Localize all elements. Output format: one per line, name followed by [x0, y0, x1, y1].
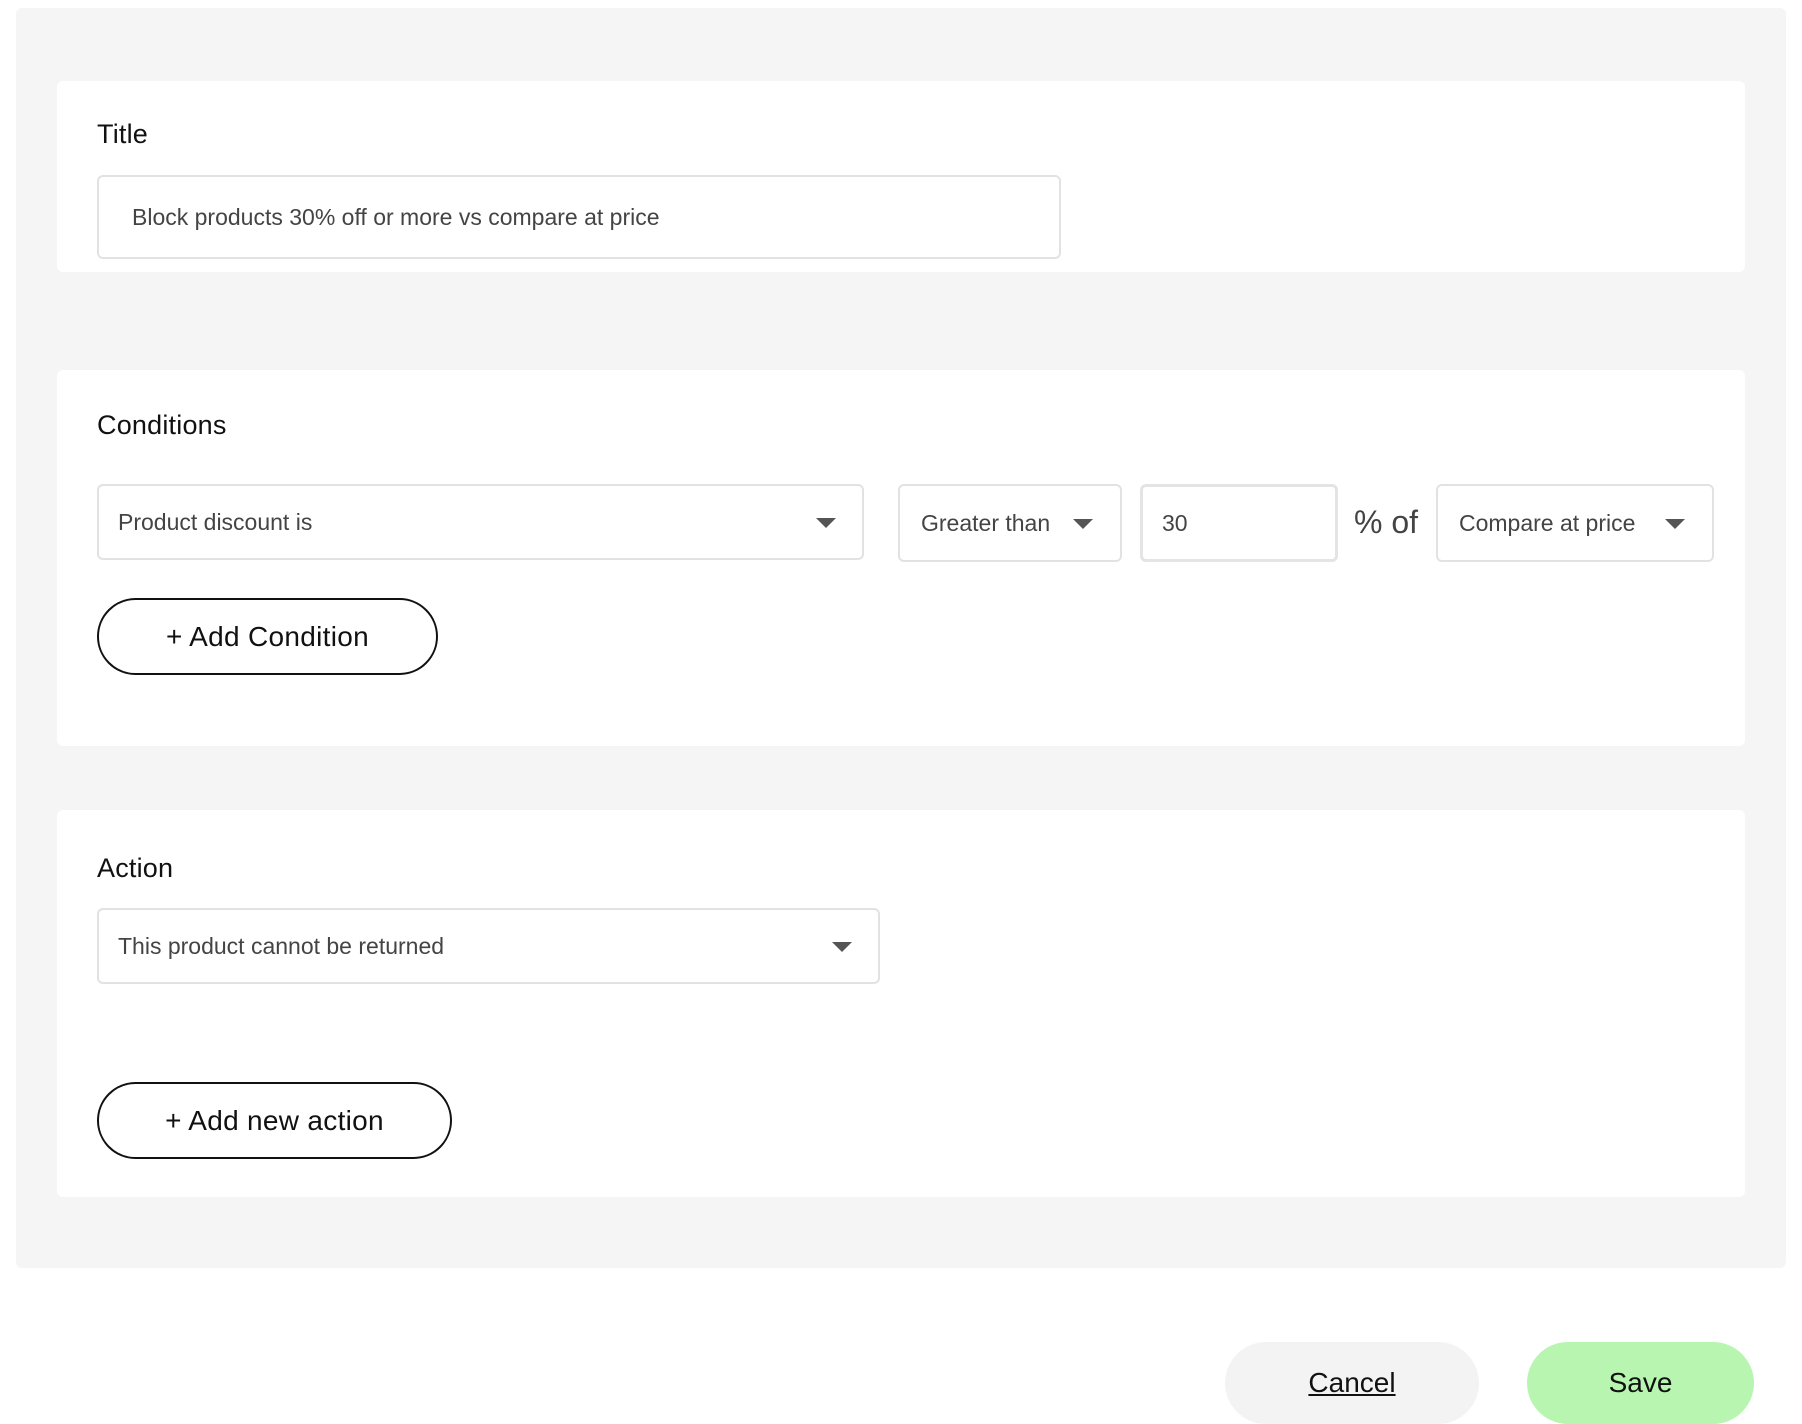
percent-of-label: % of: [1354, 504, 1419, 540]
title-heading: Title: [97, 119, 149, 149]
condition-operator-select[interactable]: Greater than: [898, 484, 1122, 562]
title-input[interactable]: Block products 30% off or more vs compar…: [97, 175, 1061, 259]
chevron-down-icon: [1073, 519, 1093, 529]
action-card: Action This product cannot be returned +…: [57, 810, 1745, 1197]
condition-operator-value: Greater than: [921, 509, 1051, 536]
condition-reference-value: Compare at price: [1459, 509, 1636, 536]
cancel-button[interactable]: Cancel: [1225, 1342, 1479, 1424]
title-card: Title Block products 30% off or more vs …: [57, 81, 1745, 272]
condition-field-value: Product discount is: [118, 508, 313, 535]
title-input-value: Block products 30% off or more vs compar…: [132, 203, 660, 230]
chevron-down-icon: [1665, 519, 1685, 529]
condition-value-input[interactable]: 30: [1140, 484, 1338, 562]
conditions-heading: Conditions: [97, 410, 227, 440]
rule-editor-panel: Title Block products 30% off or more vs …: [16, 8, 1786, 1268]
chevron-down-icon: [832, 942, 852, 952]
add-condition-button[interactable]: + Add Condition: [97, 598, 438, 675]
conditions-card: Conditions Product discount is Greater t…: [57, 370, 1745, 746]
condition-reference-select[interactable]: Compare at price: [1436, 484, 1714, 562]
condition-value: 30: [1162, 509, 1188, 536]
action-select[interactable]: This product cannot be returned: [97, 908, 880, 984]
add-action-button[interactable]: + Add new action: [97, 1082, 452, 1159]
action-select-value: This product cannot be returned: [118, 932, 445, 959]
chevron-down-icon: [816, 518, 836, 528]
save-button[interactable]: Save: [1527, 1342, 1754, 1424]
action-heading: Action: [97, 853, 174, 883]
condition-field-select[interactable]: Product discount is: [97, 484, 864, 560]
